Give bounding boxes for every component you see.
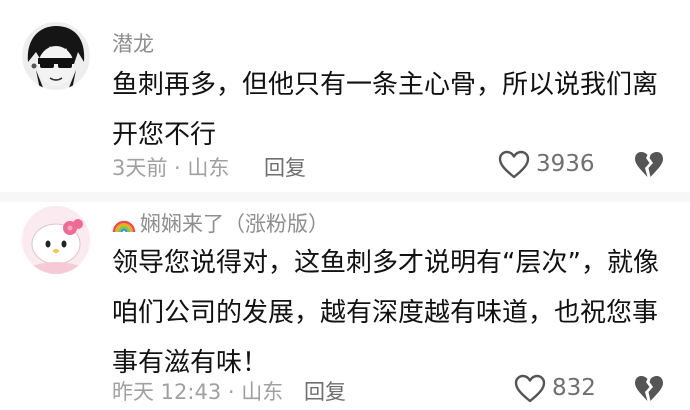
heart-outline-icon[interactable] — [514, 374, 546, 404]
avatar[interactable] — [22, 22, 90, 90]
comment-item-1: 潜龙 鱼刺再多，但他只有一条主心骨，所以说我们离开您不行 3天前 · 山东 回复… — [0, 0, 690, 200]
username[interactable]: 潜龙 — [112, 28, 154, 58]
reply-button[interactable]: 回复 — [304, 376, 346, 406]
like-count: 832 — [552, 375, 596, 401]
comment-text: 领导您说得对，这鱼刺多才说明有“层次”，就像咱们公司的发展，越有深度越有味道，也… — [112, 248, 659, 378]
time-location: 昨天 12:43 · 山东 — [112, 380, 284, 404]
avatar[interactable] — [22, 206, 90, 274]
heart-outline-icon[interactable] — [498, 150, 530, 180]
reply-button[interactable]: 回复 — [264, 152, 306, 182]
username-text: 娴娴来了（涨粉版） — [140, 212, 329, 236]
comment-item-2: 娴娴来了（涨粉版） 领导您说得对，这鱼刺多才说明有“层次”，就像咱们公司的发展，… — [0, 200, 690, 410]
avatar-illustration — [22, 206, 90, 274]
rainbow-icon — [112, 214, 136, 239]
avatar-illustration — [22, 22, 90, 90]
time-location: 3天前 · 山东 — [112, 156, 230, 180]
broken-heart-icon[interactable] — [634, 374, 664, 404]
broken-heart-icon[interactable] — [634, 150, 664, 180]
username[interactable]: 娴娴来了（涨粉版） — [112, 208, 329, 239]
comment-text: 鱼刺再多，但他只有一条主心骨，所以说我们离开您不行 — [112, 70, 659, 150]
like-count: 3936 — [536, 151, 595, 177]
